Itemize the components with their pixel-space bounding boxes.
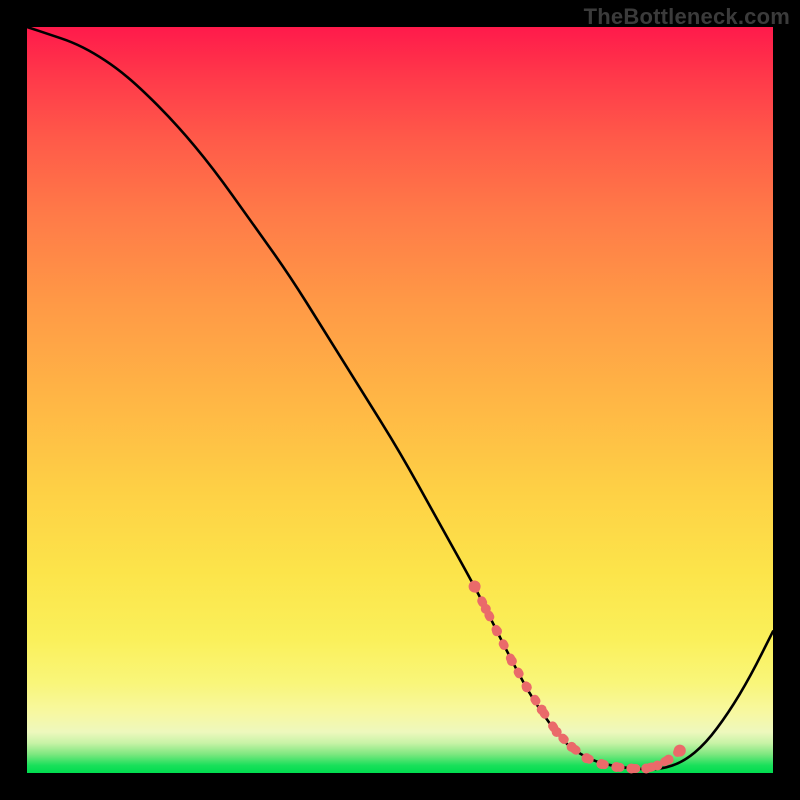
highlight-dot xyxy=(507,656,517,666)
highlight-dot xyxy=(626,764,636,774)
highlight-dot xyxy=(552,727,562,737)
highlight-dot xyxy=(481,604,491,614)
highlight-dot xyxy=(469,581,481,593)
highlight-dot xyxy=(674,745,686,757)
watermark-text: TheBottleneck.com xyxy=(584,4,790,30)
gradient-plot-area xyxy=(27,27,773,773)
chart-overlay-svg xyxy=(27,27,773,773)
highlight-dot xyxy=(492,626,502,636)
highlight-dot xyxy=(582,753,592,763)
highlight-dot xyxy=(567,742,577,752)
highlight-dot xyxy=(522,682,532,692)
highlight-dot-connector xyxy=(475,587,680,769)
highlight-dot xyxy=(611,762,621,772)
highlight-dot xyxy=(537,705,547,715)
highlight-dot xyxy=(596,759,606,769)
highlight-dot xyxy=(664,755,674,765)
bottleneck-curve xyxy=(27,27,773,769)
highlight-dot xyxy=(641,764,651,774)
highlight-dot xyxy=(652,761,662,771)
chart-stage: TheBottleneck.com xyxy=(0,0,800,800)
highlight-dots xyxy=(469,581,686,774)
